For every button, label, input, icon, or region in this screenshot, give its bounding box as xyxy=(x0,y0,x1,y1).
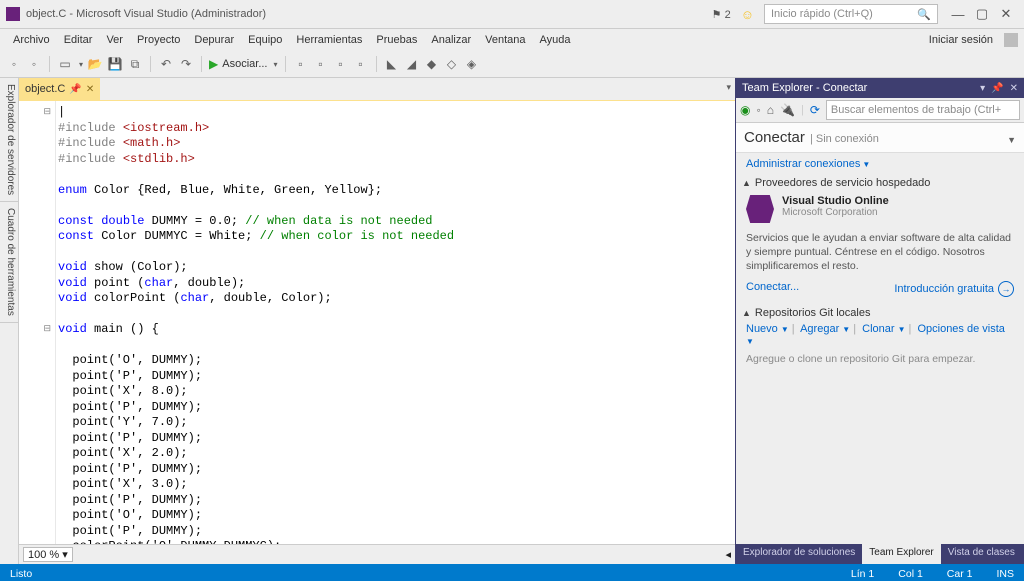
menu-ver[interactable]: Ver xyxy=(99,32,130,48)
status-ready: Listo xyxy=(10,568,32,580)
status-col: Col 1 xyxy=(898,568,923,580)
titlebar: object.C - Microsoft Visual Studio (Admi… xyxy=(0,0,1024,29)
menu-editar[interactable]: Editar xyxy=(57,32,100,48)
hscroll-left-icon[interactable]: ◂ xyxy=(725,548,731,561)
notifications-flag-icon[interactable]: ⚑ 2 xyxy=(712,8,731,21)
connect-link[interactable]: Conectar... xyxy=(746,281,799,297)
hosted-providers-section[interactable]: ▲Proveedores de servicio hospedado xyxy=(736,175,1024,191)
menubar: Archivo Editar Ver Proyecto Depurar Equi… xyxy=(0,29,1024,51)
menu-proyecto[interactable]: Proyecto xyxy=(130,32,187,48)
vs-logo-icon xyxy=(6,7,20,21)
provider-subtitle: Microsoft Corporation xyxy=(782,207,889,218)
bookmark-icon[interactable]: ◈ xyxy=(464,56,480,72)
save-icon[interactable]: 💾 xyxy=(107,56,123,72)
run-icon[interactable]: ▶ xyxy=(209,57,218,71)
pin-icon[interactable]: 📌 xyxy=(69,84,81,95)
nav-fwd-icon[interactable]: ◦ xyxy=(26,56,42,72)
manage-connections-link[interactable]: Administrar conexiones▼ xyxy=(736,153,1024,175)
new-project-icon[interactable]: ▭ xyxy=(57,56,73,72)
provider-description: Servicios que le ayudan a enviar softwar… xyxy=(736,231,1024,279)
code-editor[interactable]: ⊟ ⊟ |#include <iostream.h>#include <math… xyxy=(19,101,735,544)
user-icon[interactable] xyxy=(1004,33,1018,47)
maximize-button[interactable]: ▢ xyxy=(970,6,994,22)
zoom-select[interactable]: 100 % ▾ xyxy=(23,547,73,562)
back-icon[interactable]: ◉ xyxy=(740,103,750,117)
refresh-icon[interactable]: ⟳ xyxy=(810,103,820,117)
home-icon[interactable]: ⌂ xyxy=(767,103,774,117)
status-line: Lín 1 xyxy=(851,568,874,580)
menu-analizar[interactable]: Analizar xyxy=(424,32,478,48)
file-tab-objectc[interactable]: object.C 📌 ✕ xyxy=(19,78,100,100)
tab-overflow-icon[interactable]: ▾ xyxy=(726,82,731,93)
editor-gutter: ⊟ ⊟ xyxy=(19,101,56,544)
redo-icon[interactable]: ↷ xyxy=(178,56,194,72)
tabstrip: object.C 📌 ✕ ▾ xyxy=(19,78,735,101)
open-icon[interactable]: 📂 xyxy=(87,56,103,72)
git-add-link[interactable]: Agregar xyxy=(800,323,839,335)
pin-icon[interactable]: 📌 xyxy=(991,83,1003,94)
bookmark-icon[interactable]: ◢ xyxy=(404,56,420,72)
team-explorer-panel: Team Explorer - Conectar ▾ 📌 ✕ ◉ ◦ ⌂ 🔌 |… xyxy=(735,78,1024,564)
plug-icon[interactable]: 🔌 xyxy=(780,103,795,117)
code-body[interactable]: |#include <iostream.h>#include <math.h>#… xyxy=(56,101,735,544)
dropdown-icon[interactable]: ▾ xyxy=(980,83,985,94)
menu-ayuda[interactable]: Ayuda xyxy=(533,32,578,48)
git-new-link[interactable]: Nuevo xyxy=(746,323,778,335)
forward-icon[interactable]: ◦ xyxy=(756,103,760,117)
nav-back-icon[interactable]: ◦ xyxy=(6,56,22,72)
save-all-icon[interactable]: ⧉ xyxy=(127,56,143,72)
window-title: object.C - Microsoft Visual Studio (Admi… xyxy=(26,8,266,20)
git-view-link[interactable]: Opciones de vista xyxy=(917,323,1004,335)
menu-equipo[interactable]: Equipo xyxy=(241,32,289,48)
menu-depurar[interactable]: Depurar xyxy=(187,32,241,48)
dropdown-icon[interactable]: ▼ xyxy=(1007,135,1016,145)
bookmark-icon[interactable]: ◇ xyxy=(444,56,460,72)
connect-subtitle: | Sin conexión xyxy=(810,133,879,145)
tool-icon[interactable]: ▫ xyxy=(293,56,309,72)
server-explorer-tab[interactable]: Explorador de servidores xyxy=(0,78,18,202)
zoom-bar: 100 % ▾ ◂ xyxy=(19,544,735,564)
git-clone-link[interactable]: Clonar xyxy=(862,323,894,335)
work-item-search-input[interactable]: Buscar elementos de trabajo (Ctrl+ xyxy=(826,100,1020,120)
provider-title: Visual Studio Online xyxy=(782,195,889,207)
tab-label: object.C xyxy=(25,83,65,95)
close-panel-icon[interactable]: ✕ xyxy=(1010,83,1018,94)
menu-pruebas[interactable]: Pruebas xyxy=(369,32,424,48)
close-tab-icon[interactable]: ✕ xyxy=(86,84,94,95)
toolbar: ◦ ◦ ▭▾ 📂 💾 ⧉ ↶ ↷ ▶ Asociar...▾ ▫ ▫ ▫ ▫ ◣… xyxy=(0,51,1024,78)
status-ins: INS xyxy=(996,568,1014,580)
menu-herramientas[interactable]: Herramientas xyxy=(289,32,369,48)
minimize-button[interactable]: — xyxy=(946,7,970,22)
menu-archivo[interactable]: Archivo xyxy=(6,32,57,48)
bookmark-icon[interactable]: ◣ xyxy=(384,56,400,72)
close-button[interactable]: ✕ xyxy=(994,6,1018,22)
tool-icon[interactable]: ▫ xyxy=(313,56,329,72)
undo-icon[interactable]: ↶ xyxy=(158,56,174,72)
toolbox-tab[interactable]: Cuadro de herramientas xyxy=(0,202,18,323)
git-hint: Agregue o clone un repositorio Git para … xyxy=(736,349,1024,369)
feedback-icon[interactable]: ☺ xyxy=(741,7,754,22)
solution-explorer-tab[interactable]: Explorador de soluciones xyxy=(736,544,862,564)
team-explorer-tab[interactable]: Team Explorer xyxy=(862,544,940,564)
connect-title: Conectar xyxy=(744,129,805,146)
vs-online-icon xyxy=(746,195,774,223)
quick-launch-input[interactable]: Inicio rápido (Ctrl+Q)🔍 xyxy=(764,4,938,24)
menu-ventana[interactable]: Ventana xyxy=(478,32,532,48)
tool-icon[interactable]: ▫ xyxy=(333,56,349,72)
local-git-section[interactable]: ▲Repositorios Git locales xyxy=(736,305,1024,321)
sign-in-link[interactable]: Iniciar sesión xyxy=(922,32,1000,48)
status-char: Car 1 xyxy=(947,568,973,580)
run-button[interactable]: Asociar... xyxy=(222,58,267,70)
intro-link[interactable]: Introducción gratuita→ xyxy=(894,281,1014,297)
class-view-tab[interactable]: Vista de clases xyxy=(941,544,1022,564)
status-bar: Listo Lín 1 Col 1 Car 1 INS xyxy=(0,564,1024,581)
panel-title: Team Explorer - Conectar xyxy=(742,82,867,94)
bookmark-icon[interactable]: ◆ xyxy=(424,56,440,72)
tool-icon[interactable]: ▫ xyxy=(353,56,369,72)
